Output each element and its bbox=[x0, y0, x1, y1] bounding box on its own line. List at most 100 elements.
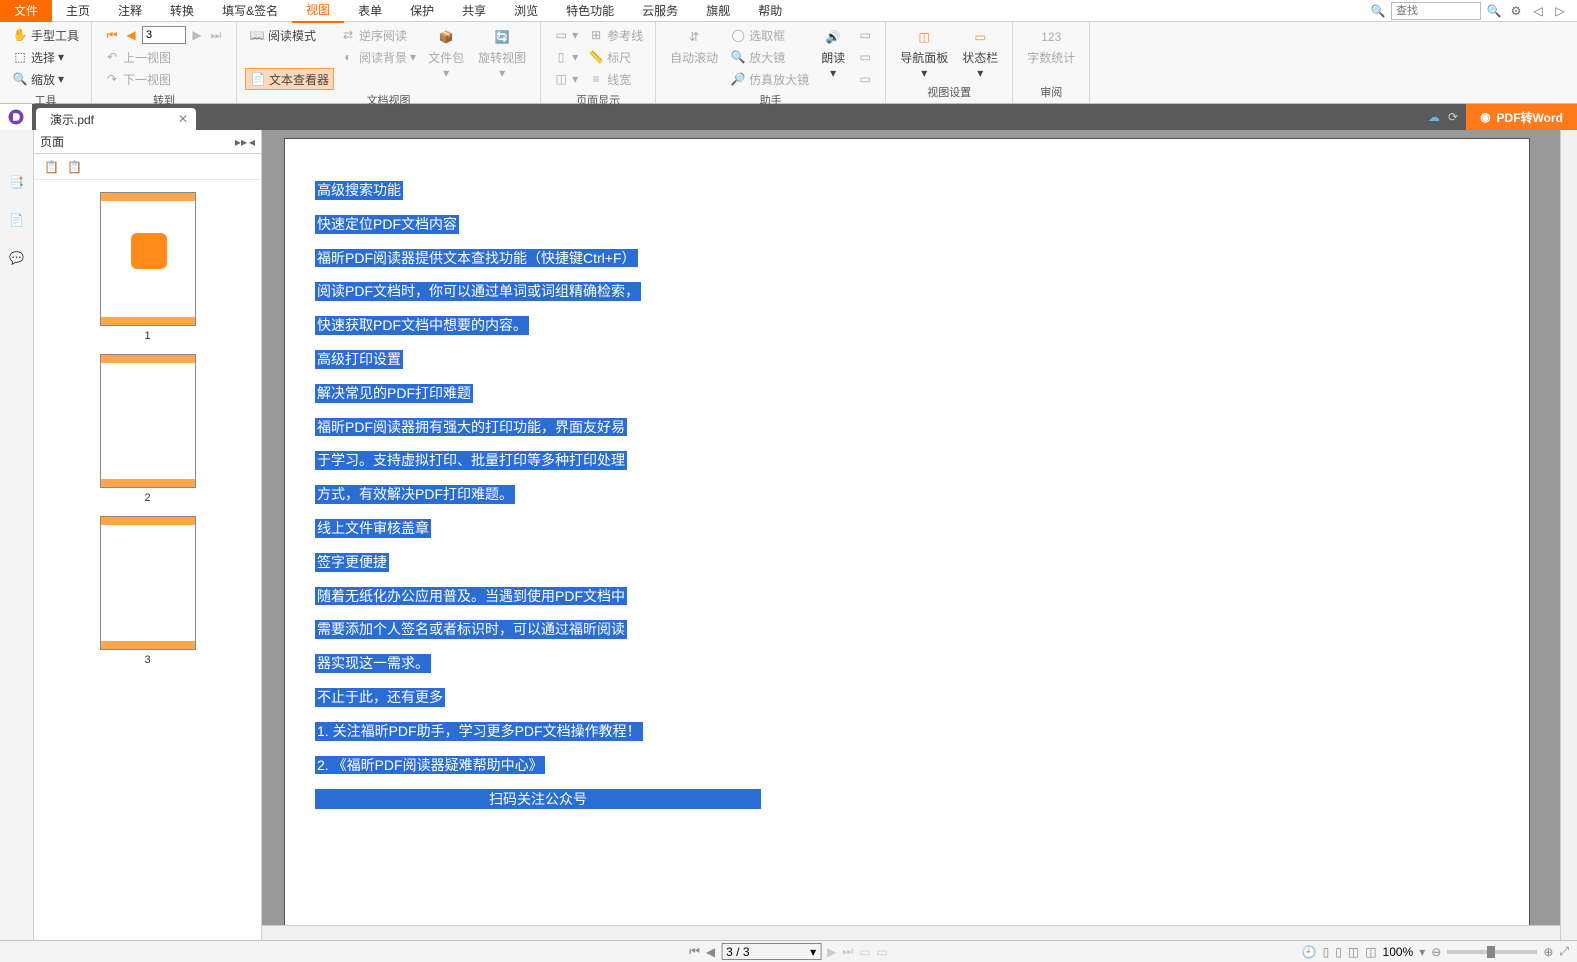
prev-view-button[interactable]: ↶上一视图 bbox=[100, 46, 228, 68]
menu-file[interactable]: 文件 bbox=[0, 0, 52, 22]
menu-comment[interactable]: 注释 bbox=[104, 0, 156, 22]
fake-magnifier-button[interactable]: 🔎仿真放大镜 bbox=[726, 68, 813, 90]
menu-features[interactable]: 特色功能 bbox=[552, 0, 628, 22]
layout-1-button[interactable]: ▭▾ bbox=[549, 24, 582, 46]
assist-opt-3[interactable]: ▭ bbox=[853, 68, 877, 90]
text-line[interactable]: 方式，有效解决PDF打印难题。 bbox=[315, 485, 515, 504]
menu-share[interactable]: 共享 bbox=[448, 0, 500, 22]
reverse-read-button[interactable]: ⇄逆序阅读 bbox=[336, 24, 420, 46]
menu-home[interactable]: 主页 bbox=[52, 0, 104, 22]
menu-browse[interactable]: 浏览 bbox=[500, 0, 552, 22]
layout-cont-icon[interactable]: ▯ bbox=[1335, 945, 1342, 959]
nav-expand-icon[interactable]: ▸▸ bbox=[235, 135, 247, 149]
search-input[interactable] bbox=[1391, 2, 1481, 20]
search-in-doc-icon[interactable]: 🔍 bbox=[1369, 2, 1387, 20]
menu-flagship[interactable]: 旗舰 bbox=[692, 0, 744, 22]
next-view-button[interactable]: ↷下一视图 bbox=[100, 68, 228, 90]
thumb-tool-1-icon[interactable]: 📋 bbox=[44, 160, 59, 174]
comments-tool[interactable]: 💬 bbox=[5, 246, 29, 270]
cloud-sync-icon[interactable]: ☁ bbox=[1428, 110, 1440, 124]
ruler-button[interactable]: 📏标尺 bbox=[584, 46, 647, 68]
vertical-scrollbar[interactable] bbox=[1560, 130, 1577, 942]
text-line[interactable]: 福昕PDF阅读器拥有强大的打印功能，界面友好易 bbox=[315, 418, 627, 437]
prev-page-icon[interactable]: ◀ bbox=[123, 27, 139, 43]
wordcount-button[interactable]: 123字数统计 bbox=[1021, 24, 1081, 67]
menu-convert[interactable]: 转换 bbox=[156, 0, 208, 22]
text-line[interactable]: 福昕PDF阅读器提供文本查找功能（快捷键Ctrl+F） bbox=[315, 249, 638, 268]
autoscroll-button[interactable]: ⇵自动滚动 bbox=[664, 24, 724, 67]
page-content[interactable]: 高级搜索功能 快速定位PDF文档内容 福昕PDF阅读器提供文本查找功能（快捷键C… bbox=[284, 138, 1530, 928]
zoom-slider[interactable] bbox=[1447, 950, 1537, 954]
text-line[interactable]: 不止于此，还有更多 bbox=[315, 688, 445, 707]
select-button[interactable]: ⬚选择▾ bbox=[8, 46, 83, 68]
text-line[interactable]: 器实现这一需求。 bbox=[315, 654, 431, 673]
text-line[interactable]: 需要添加个人签名或者标识时，可以通过福昕阅读 bbox=[315, 620, 627, 639]
assist-opt-1[interactable]: ▭ bbox=[853, 24, 877, 46]
history-icon[interactable]: 🕘 bbox=[1302, 945, 1317, 959]
hand-tool-button[interactable]: ✋手型工具 bbox=[8, 24, 83, 46]
thumb-tool-2-icon[interactable]: 📋 bbox=[67, 160, 82, 174]
zoom-button[interactable]: 🔍缩放▾ bbox=[8, 68, 83, 90]
bookmark-tool[interactable]: 📑 bbox=[5, 170, 29, 194]
text-line[interactable]: 于学习。支持虚拟打印、批量打印等多种打印处理 bbox=[315, 451, 627, 470]
layout-2-button[interactable]: ▯▾ bbox=[549, 46, 582, 68]
menu-form[interactable]: 表单 bbox=[344, 0, 396, 22]
status-nav-1-icon[interactable]: ▭ bbox=[859, 945, 870, 959]
thumbnail-1[interactable]: 1 bbox=[100, 192, 196, 342]
text-line[interactable]: 阅读PDF文档时，你可以通过单词或词组精确检索， bbox=[315, 282, 641, 301]
text-line[interactable]: 快速定位PDF文档内容 bbox=[315, 215, 459, 234]
magnifier-button[interactable]: 🔍放大镜 bbox=[726, 46, 813, 68]
status-bar-button[interactable]: ▭状态栏▾ bbox=[956, 24, 1004, 82]
layout-contfacing-icon[interactable]: ◫ bbox=[1365, 945, 1376, 959]
text-line[interactable]: 快速获取PDF文档中想要的内容。 bbox=[315, 316, 529, 335]
thumbnail-2[interactable]: 2 bbox=[100, 354, 196, 504]
nav-left-icon[interactable]: ◁ bbox=[1529, 2, 1547, 20]
status-first-page-icon[interactable]: ⏮ bbox=[689, 944, 700, 959]
thumbnail-3[interactable]: 3 bbox=[100, 516, 196, 666]
text-viewer-button[interactable]: 📄文本查看器 bbox=[245, 68, 334, 90]
text-line[interactable]: 随着无纸化办公应用普及。当遇到使用PDF文档中 bbox=[315, 587, 627, 606]
gear-icon[interactable]: ⚙ bbox=[1507, 2, 1525, 20]
menu-cloud[interactable]: 云服务 bbox=[628, 0, 692, 22]
layout-facing-icon[interactable]: ◫ bbox=[1348, 945, 1359, 959]
nav-collapse-icon[interactable]: ◂ bbox=[249, 135, 255, 149]
pages-tool[interactable]: 📄 bbox=[5, 208, 29, 232]
document-tab[interactable]: 演示.pdf ✕ bbox=[36, 108, 196, 130]
refresh-icon[interactable]: ⟳ bbox=[1448, 110, 1458, 124]
status-page-combo[interactable]: 3 / 3 ▾ bbox=[721, 943, 821, 960]
menu-fillsign[interactable]: 填写&签名 bbox=[208, 0, 292, 22]
zoom-in-icon[interactable]: ⊕ bbox=[1543, 945, 1553, 959]
close-tab-icon[interactable]: ✕ bbox=[178, 112, 188, 126]
file-package-button[interactable]: 📦文件包▾ bbox=[422, 24, 470, 82]
pdf-to-word-button[interactable]: ◉ PDF转Word bbox=[1466, 104, 1577, 130]
read-aloud-button[interactable]: 🔊朗读▾ bbox=[815, 24, 851, 82]
nav-right-icon[interactable]: ▷ bbox=[1551, 2, 1569, 20]
zoom-dropdown-icon[interactable]: ▾ bbox=[1419, 945, 1425, 959]
status-next-page-icon[interactable]: ▶ bbox=[827, 945, 836, 959]
page-number-input[interactable] bbox=[142, 26, 186, 44]
read-bg-button[interactable]: ◐阅读背景▾ bbox=[336, 46, 420, 68]
linewidth-button[interactable]: ≡线宽 bbox=[584, 68, 647, 90]
nav-panel-button[interactable]: ◫导航面板▾ bbox=[894, 24, 954, 82]
read-mode-button[interactable]: 📖阅读模式 bbox=[245, 24, 334, 46]
text-line[interactable]: 1. 关注福昕PDF助手，学习更多PDF文档操作教程！ bbox=[315, 722, 643, 741]
layout-single-icon[interactable]: ▯ bbox=[1323, 945, 1330, 959]
text-line[interactable]: 高级打印设置 bbox=[315, 350, 403, 369]
search-icon[interactable]: 🔍 bbox=[1485, 2, 1503, 20]
text-line[interactable]: 解决常见的PDF打印难题 bbox=[315, 384, 473, 403]
qr-banner[interactable]: 扫码关注公众号 bbox=[315, 789, 761, 809]
text-line[interactable]: 高级搜索功能 bbox=[315, 181, 403, 200]
select-ring-button[interactable]: ◯选取框 bbox=[726, 24, 813, 46]
guides-button[interactable]: ⊞参考线 bbox=[584, 24, 647, 46]
next-page-icon[interactable]: ▶ bbox=[189, 27, 205, 43]
text-line[interactable]: 2. 《福昕PDF阅读器疑难帮助中心》 bbox=[315, 756, 545, 775]
text-line[interactable]: 签字更便捷 bbox=[315, 553, 389, 572]
menu-help[interactable]: 帮助 bbox=[744, 0, 796, 22]
app-logo[interactable] bbox=[0, 104, 32, 130]
menu-protect[interactable]: 保护 bbox=[396, 0, 448, 22]
text-line[interactable]: 线上文件审核盖章 bbox=[315, 519, 431, 538]
rotate-view-button[interactable]: 🔄旋转视图▾ bbox=[472, 24, 532, 82]
fullscreen-icon[interactable]: ⤢ bbox=[1559, 944, 1569, 959]
document-viewer[interactable]: 高级搜索功能 快速定位PDF文档内容 福昕PDF阅读器提供文本查找功能（快捷键C… bbox=[262, 130, 1577, 942]
status-nav-2-icon[interactable]: ▭ bbox=[877, 945, 888, 959]
